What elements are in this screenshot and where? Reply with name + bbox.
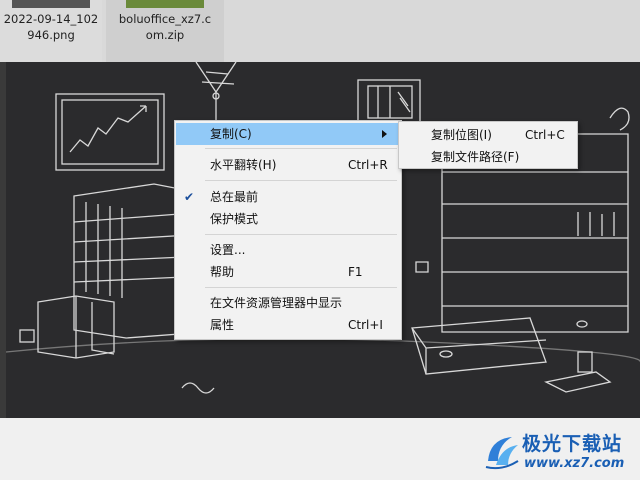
copy-submenu: 复制位图(I) Ctrl+C 复制文件路径(F): [398, 121, 578, 169]
menu-item-label: 设置...: [210, 243, 246, 257]
menu-separator: [205, 180, 397, 181]
menu-item-label: 水平翻转(H): [210, 158, 277, 172]
file-item-png[interactable]: 2022-09-14_102 946.png: [0, 0, 102, 62]
menu-item-label: 在文件资源管理器中显示: [210, 296, 343, 310]
menu-item-protect-mode[interactable]: 保护模式: [176, 208, 400, 230]
menu-separator: [205, 148, 397, 149]
menu-item-settings[interactable]: 设置...: [176, 239, 400, 261]
menu-item-label: 属性: [210, 318, 235, 332]
menu-item-always-on-top[interactable]: ✔ 总在最前: [176, 186, 400, 208]
menu-item-label: 复制位图(I): [431, 128, 492, 142]
aurora-logo-icon: [485, 437, 519, 470]
menu-item-shortcut: Ctrl+I: [348, 318, 383, 332]
file-thumbnail: [126, 0, 204, 8]
menu-item-label: 帮助: [210, 265, 235, 279]
menu-item-shortcut: Ctrl+C: [525, 128, 565, 142]
menu-separator: [205, 234, 397, 235]
menu-item-properties[interactable]: 属性 Ctrl+I: [176, 314, 400, 336]
watermark-brand: 极光下载站: [522, 433, 623, 455]
context-menu: 复制(C) 水平翻转(H) Ctrl+R ✔ 总在最前 保护模式 设置... 帮…: [174, 120, 402, 340]
menu-item-copy[interactable]: 复制(C): [176, 123, 400, 145]
menu-item-show-in-explorer[interactable]: 在文件资源管理器中显示: [176, 292, 400, 314]
menu-item-label: 复制文件路径(F): [431, 150, 520, 164]
watermark-logo: 极光下载站 www.xz7.com: [484, 427, 638, 477]
menu-item-shortcut: F1: [348, 265, 363, 279]
file-thumbnail: [12, 0, 90, 8]
menu-item-label: 复制(C): [210, 127, 252, 141]
menu-item-label: 保护模式: [210, 212, 259, 226]
watermark-url: www.xz7.com: [524, 456, 625, 471]
desktop-file-strip: 2022-09-14_102 946.png boluoffice_xz7.c …: [0, 0, 640, 62]
checkmark-icon: ✔: [184, 190, 195, 204]
submenu-item-copy-path[interactable]: 复制文件路径(F): [400, 146, 576, 168]
menu-item-flip-horizontal[interactable]: 水平翻转(H) Ctrl+R: [176, 154, 400, 176]
file-name: boluoffice_xz7.c om.zip: [118, 12, 212, 42]
file-name: 2022-09-14_102 946.png: [3, 12, 99, 42]
menu-item-shortcut: Ctrl+R: [348, 158, 388, 172]
menu-item-label: 总在最前: [210, 190, 259, 204]
menu-item-help[interactable]: 帮助 F1: [176, 261, 400, 283]
submenu-item-copy-bitmap[interactable]: 复制位图(I) Ctrl+C: [400, 124, 576, 146]
menu-separator: [205, 287, 397, 288]
file-item-zip[interactable]: boluoffice_xz7.c om.zip: [106, 0, 224, 62]
submenu-arrow-icon: [382, 130, 387, 138]
